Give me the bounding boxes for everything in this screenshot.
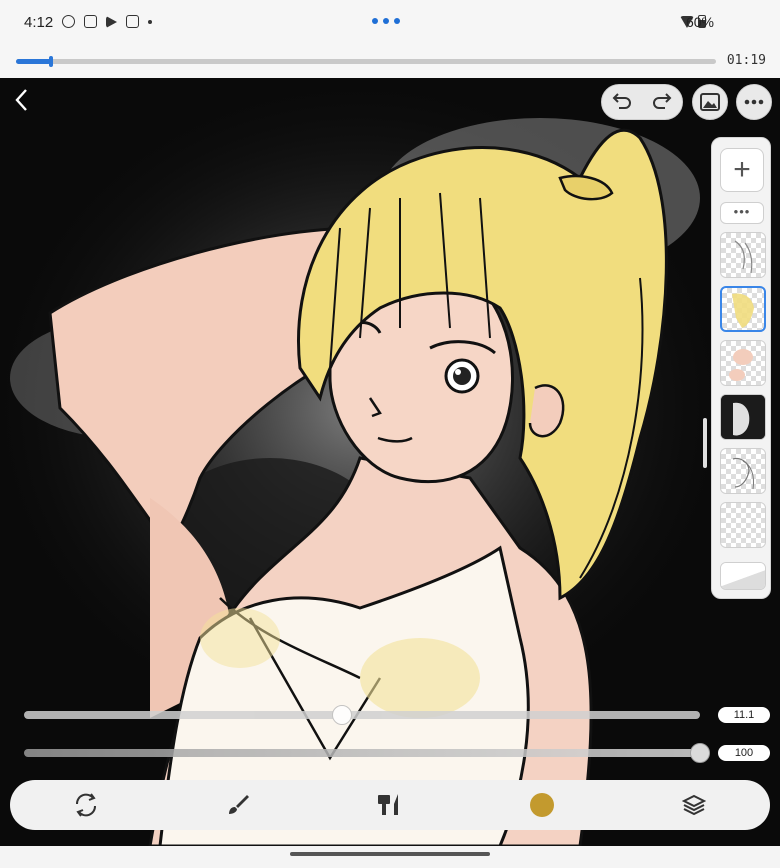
- timelapse-scrubber[interactable]: [49, 56, 53, 67]
- brush-library-icon: [378, 794, 398, 815]
- back-button[interactable]: [14, 88, 36, 114]
- timelapse-track[interactable]: [16, 56, 716, 67]
- brush-opacity-value[interactable]: 100: [718, 745, 770, 761]
- layer-thumbnail-selected[interactable]: [720, 286, 766, 332]
- home-gesture-handle[interactable]: [290, 852, 490, 856]
- screenshot-icon: [84, 15, 97, 28]
- image-icon: [700, 93, 720, 111]
- artwork: [0, 78, 740, 846]
- layer-thumbnail[interactable]: [720, 340, 766, 386]
- status-icons: [62, 15, 152, 28]
- battery-percent: 60%: [685, 14, 714, 30]
- brush-icon: [229, 795, 249, 814]
- brush-opacity-slider[interactable]: [24, 743, 710, 763]
- drawing-canvas[interactable]: + ••• 11.1 100: [0, 78, 780, 846]
- play-store-icon: [106, 15, 117, 28]
- layer-thumbnail[interactable]: [720, 448, 766, 494]
- dot-icon: [148, 19, 152, 24]
- undo-icon[interactable]: [612, 91, 632, 114]
- paper-layer[interactable]: [720, 562, 766, 590]
- layers-panel-handle[interactable]: [703, 418, 707, 468]
- settings-icon: [62, 15, 75, 28]
- brush-size-value[interactable]: 11.1: [718, 707, 770, 723]
- redo-icon[interactable]: [652, 91, 672, 114]
- notification-icon: [126, 15, 139, 28]
- timelapse-duration: 01:19: [726, 53, 766, 68]
- layer-options-button[interactable]: •••: [720, 202, 764, 224]
- layers-icon: [682, 794, 706, 816]
- chevron-left-icon: [15, 89, 27, 111]
- color-button[interactable]: [522, 785, 562, 825]
- swap-icon: [75, 793, 97, 817]
- timelapse-progress: [16, 59, 51, 64]
- layers-panel: + •••: [711, 137, 771, 599]
- brush-size-knob[interactable]: [331, 705, 352, 725]
- add-layer-button[interactable]: +: [720, 148, 764, 192]
- timelapse-bar: 01:19: [0, 44, 780, 78]
- brush-library-button[interactable]: [370, 785, 410, 825]
- color-swatch: [530, 793, 554, 817]
- multitask-dots-icon[interactable]: [372, 18, 400, 24]
- brush-button[interactable]: [218, 785, 258, 825]
- more-button[interactable]: [736, 84, 772, 120]
- undo-redo-group: [601, 84, 683, 120]
- status-bar: 4:12 60%: [0, 0, 780, 44]
- app-root: 4:12 60% 01:19 + ••• 11.1 100: [0, 0, 780, 868]
- status-time: 4:12: [24, 14, 54, 31]
- layers-button[interactable]: [674, 785, 714, 825]
- system-nav-bar: [0, 846, 780, 868]
- gallery-button[interactable]: [692, 84, 728, 120]
- swap-button[interactable]: [66, 785, 106, 825]
- brush-size-slider[interactable]: [24, 705, 700, 725]
- bottom-toolbar: [10, 780, 770, 830]
- more-horizontal-icon: [744, 99, 764, 105]
- layer-thumbnail[interactable]: [720, 394, 766, 440]
- brush-opacity-knob[interactable]: [690, 743, 710, 763]
- layer-thumbnail[interactable]: [720, 502, 766, 548]
- layer-thumbnail[interactable]: [720, 232, 766, 278]
